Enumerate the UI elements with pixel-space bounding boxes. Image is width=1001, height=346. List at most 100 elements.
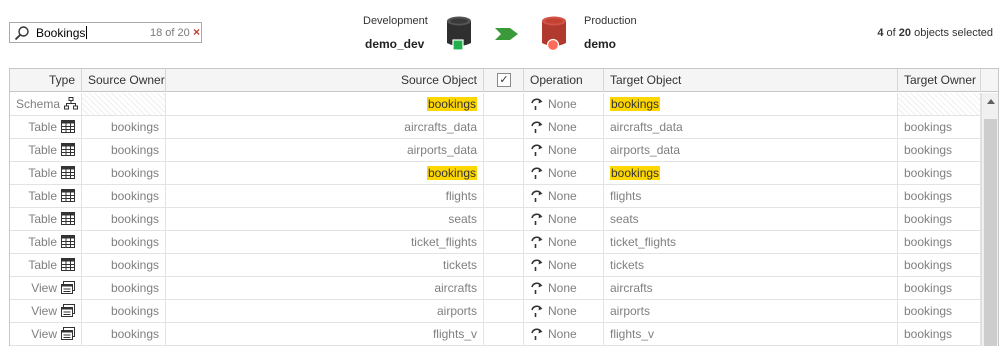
table-row[interactable]: Table bookings airports_data None airports_d… <box>10 139 981 162</box>
source-object-cell: bookings <box>166 93 484 115</box>
column-header-operation[interactable]: Operation <box>524 69 604 92</box>
objects-grid: Type Source Owner Source Object ✓ Operat… <box>9 68 999 346</box>
target-owner-cell <box>898 93 981 115</box>
target-owner-text: bookings <box>904 235 953 249</box>
target-object-text: flights_v <box>610 327 655 341</box>
source-owner-cell: bookings <box>82 139 166 161</box>
include-checkbox-cell[interactable] <box>484 185 524 207</box>
include-checkbox-cell[interactable] <box>484 231 524 253</box>
operation-label: None <box>548 120 577 134</box>
include-checkbox-cell[interactable] <box>484 208 524 230</box>
target-object-text: bookings <box>610 166 661 180</box>
target-owner-cell: bookings <box>898 231 981 253</box>
target-object-cell: seats <box>604 208 898 230</box>
source-object-text: flights_v <box>432 327 477 341</box>
table-row[interactable]: View bookings flights_v None flights_v bookin… <box>10 323 981 346</box>
table-row[interactable]: View bookings aircrafts None aircrafts bookin… <box>10 277 981 300</box>
table-icon <box>61 258 75 271</box>
target-object-text: bookings <box>610 97 661 111</box>
table-row[interactable]: Table bookings aircrafts_data None aircrafts… <box>10 116 981 139</box>
include-checkbox-cell[interactable] <box>484 300 524 322</box>
scrollbar-thumb[interactable] <box>984 119 997 346</box>
type-label: Table <box>28 143 57 157</box>
search-field[interactable]: Bookings 18 of 20 × <box>9 22 202 43</box>
operation-label: None <box>548 235 577 249</box>
type-cell: Table <box>10 116 82 138</box>
operation-cell: None <box>524 139 604 161</box>
table-row[interactable]: Schema bookings None bookings <box>10 93 981 116</box>
selection-summary: 4 of 20 objects selected <box>877 27 993 39</box>
target-object-text: airports_data <box>610 143 681 157</box>
column-header-target-object[interactable]: Target Object <box>604 69 898 92</box>
source-db-label: Development <box>363 15 428 27</box>
target-object-cell: airports <box>604 300 898 322</box>
comparison-toolbar: Bookings 18 of 20 × Development demo_dev… <box>0 0 1001 67</box>
include-checkbox-cell[interactable] <box>484 323 524 345</box>
selected-count: 4 <box>877 27 884 39</box>
table-row[interactable]: Table bookings flights None flights bookings <box>10 185 981 208</box>
column-header-type[interactable]: Type <box>10 69 82 92</box>
operation-label: None <box>548 166 577 180</box>
operation-cell: None <box>524 162 604 184</box>
operation-none-icon <box>531 213 543 225</box>
target-object-text: aircrafts_data <box>610 120 683 134</box>
table-row[interactable]: Table bookings seats None seats bookings <box>10 208 981 231</box>
target-owner-text: bookings <box>904 212 953 226</box>
table-icon <box>61 143 75 156</box>
type-label: Table <box>28 258 57 272</box>
source-object-cell: airports_data <box>166 139 484 161</box>
source-owner-text: bookings <box>110 166 159 180</box>
column-header-check[interactable]: ✓ <box>484 69 524 92</box>
include-checkbox-cell[interactable] <box>484 162 524 184</box>
target-db-label: Production <box>584 15 637 27</box>
grid-header: Type Source Owner Source Object ✓ Operat… <box>10 69 998 92</box>
sync-direction-arrow-icon <box>495 28 518 40</box>
include-checkbox-cell[interactable] <box>484 93 524 115</box>
source-object-cell: flights <box>166 185 484 207</box>
operation-label: None <box>548 304 577 318</box>
type-label: Table <box>28 166 57 180</box>
source-owner-cell: bookings <box>82 185 166 207</box>
column-header-source-owner[interactable]: Source Owner <box>82 69 166 92</box>
table-row[interactable]: Table bookings bookings None bookings booking… <box>10 162 981 185</box>
target-owner-cell: bookings <box>898 254 981 276</box>
search-input[interactable]: Bookings <box>36 26 88 40</box>
source-owner-cell: bookings <box>82 323 166 345</box>
target-owner-cell: bookings <box>898 139 981 161</box>
select-all-checkbox[interactable]: ✓ <box>497 73 511 87</box>
type-cell: View <box>10 277 82 299</box>
target-object-cell: aircrafts_data <box>604 116 898 138</box>
include-checkbox-cell[interactable] <box>484 254 524 276</box>
type-label: Schema <box>16 97 61 111</box>
clear-search-icon[interactable]: × <box>193 25 200 39</box>
target-owner-cell: bookings <box>898 208 981 230</box>
source-owner-text: bookings <box>110 212 159 226</box>
operation-label: None <box>548 189 577 203</box>
type-label: Table <box>28 120 57 134</box>
table-row[interactable]: Table bookings tickets None tickets bookings <box>10 254 981 277</box>
table-row[interactable]: Table bookings ticket_flights None ticket_fl… <box>10 231 981 254</box>
include-checkbox-cell[interactable] <box>484 116 524 138</box>
column-header-target-owner[interactable]: Target Owner <box>898 69 981 92</box>
scroll-up-arrow-icon[interactable] <box>987 99 995 104</box>
type-cell: Table <box>10 208 82 230</box>
source-owner-text: bookings <box>110 258 159 272</box>
include-checkbox-cell[interactable] <box>484 139 524 161</box>
target-owner-cell: bookings <box>898 323 981 345</box>
target-database-icon <box>542 16 566 52</box>
table-icon <box>61 235 75 248</box>
source-owner-cell: bookings <box>82 300 166 322</box>
vertical-scrollbar[interactable] <box>981 93 998 346</box>
column-header-source-object[interactable]: Source Object <box>166 69 484 92</box>
source-owner-cell: bookings <box>82 162 166 184</box>
source-owner-text: bookings <box>110 143 159 157</box>
operation-none-icon <box>531 236 543 248</box>
operation-none-icon <box>531 305 543 317</box>
include-checkbox-cell[interactable] <box>484 277 524 299</box>
target-owner-text: bookings <box>904 304 953 318</box>
target-owner-cell: bookings <box>898 277 981 299</box>
table-row[interactable]: View bookings airports None airports bookings <box>10 300 981 323</box>
source-owner-cell: bookings <box>82 254 166 276</box>
source-object-cell: seats <box>166 208 484 230</box>
source-object-text: bookings <box>426 166 477 180</box>
